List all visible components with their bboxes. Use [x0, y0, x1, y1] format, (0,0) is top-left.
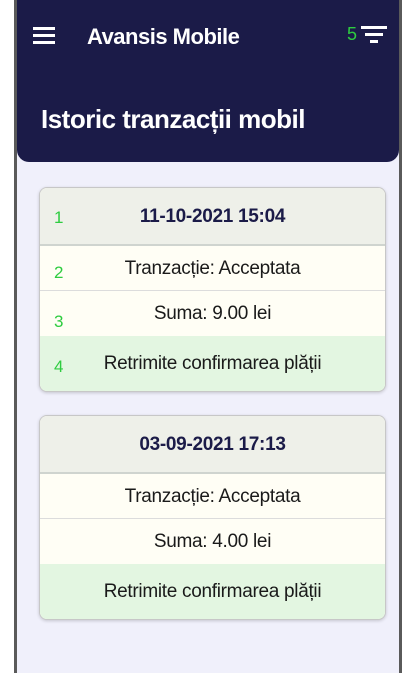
transaction-amount: Suma: 9.00 lei — [153, 303, 272, 324]
transaction-amount-row: 3 Suma: 9.00 lei — [40, 291, 385, 336]
phone-frame: Avansis Mobile 5 Istoric tranzacții mobi… — [14, 0, 402, 673]
row-number: 2 — [54, 263, 64, 282]
transaction-status: Tranzacție: Acceptata — [124, 486, 301, 507]
hamburger-menu-icon — [33, 27, 55, 44]
filter-icon — [361, 26, 387, 43]
transaction-card: 03-09-2021 17:13 Tranzacție: Acceptata S… — [39, 415, 386, 620]
transaction-date: 11-10-2021 15:04 — [139, 206, 286, 227]
app-bar: Avansis Mobile 5 — [17, 0, 399, 82]
filter-button[interactable]: 5 — [347, 24, 387, 44]
transaction-date-row: 03-09-2021 17:13 — [40, 416, 385, 474]
app-title: Avansis Mobile — [87, 24, 240, 49]
row-number: 1 — [54, 208, 64, 227]
page-title: Istoric tranzacții mobil — [41, 104, 305, 134]
row-number: 4 — [54, 357, 64, 376]
resend-confirmation-label: Retrimite confirmarea plății — [103, 353, 322, 374]
resend-confirmation-label: Retrimite confirmarea plății — [103, 581, 322, 602]
transaction-amount-row: Suma: 4.00 lei — [40, 519, 385, 564]
menu-button[interactable] — [31, 22, 57, 48]
resend-confirmation-button[interactable]: Retrimite confirmarea plății — [40, 564, 385, 619]
transaction-status-row: 2 Tranzacție: Acceptata — [40, 246, 385, 291]
page-header: Istoric tranzacții mobil — [17, 82, 399, 162]
resend-confirmation-button[interactable]: 4 Retrimite confirmarea plății — [40, 336, 385, 391]
row-number: 3 — [54, 312, 64, 331]
filter-count: 5 — [346, 24, 357, 44]
transaction-date: 03-09-2021 17:13 — [139, 434, 286, 455]
transaction-card: 1 11-10-2021 15:04 2 Tranzacție: Accepta… — [39, 187, 386, 392]
transaction-status: Tranzacție: Acceptata — [124, 258, 301, 279]
transaction-status-row: Tranzacție: Acceptata — [40, 474, 385, 519]
transaction-amount: Suma: 4.00 lei — [153, 531, 272, 552]
transaction-date-row: 1 11-10-2021 15:04 — [40, 188, 385, 246]
